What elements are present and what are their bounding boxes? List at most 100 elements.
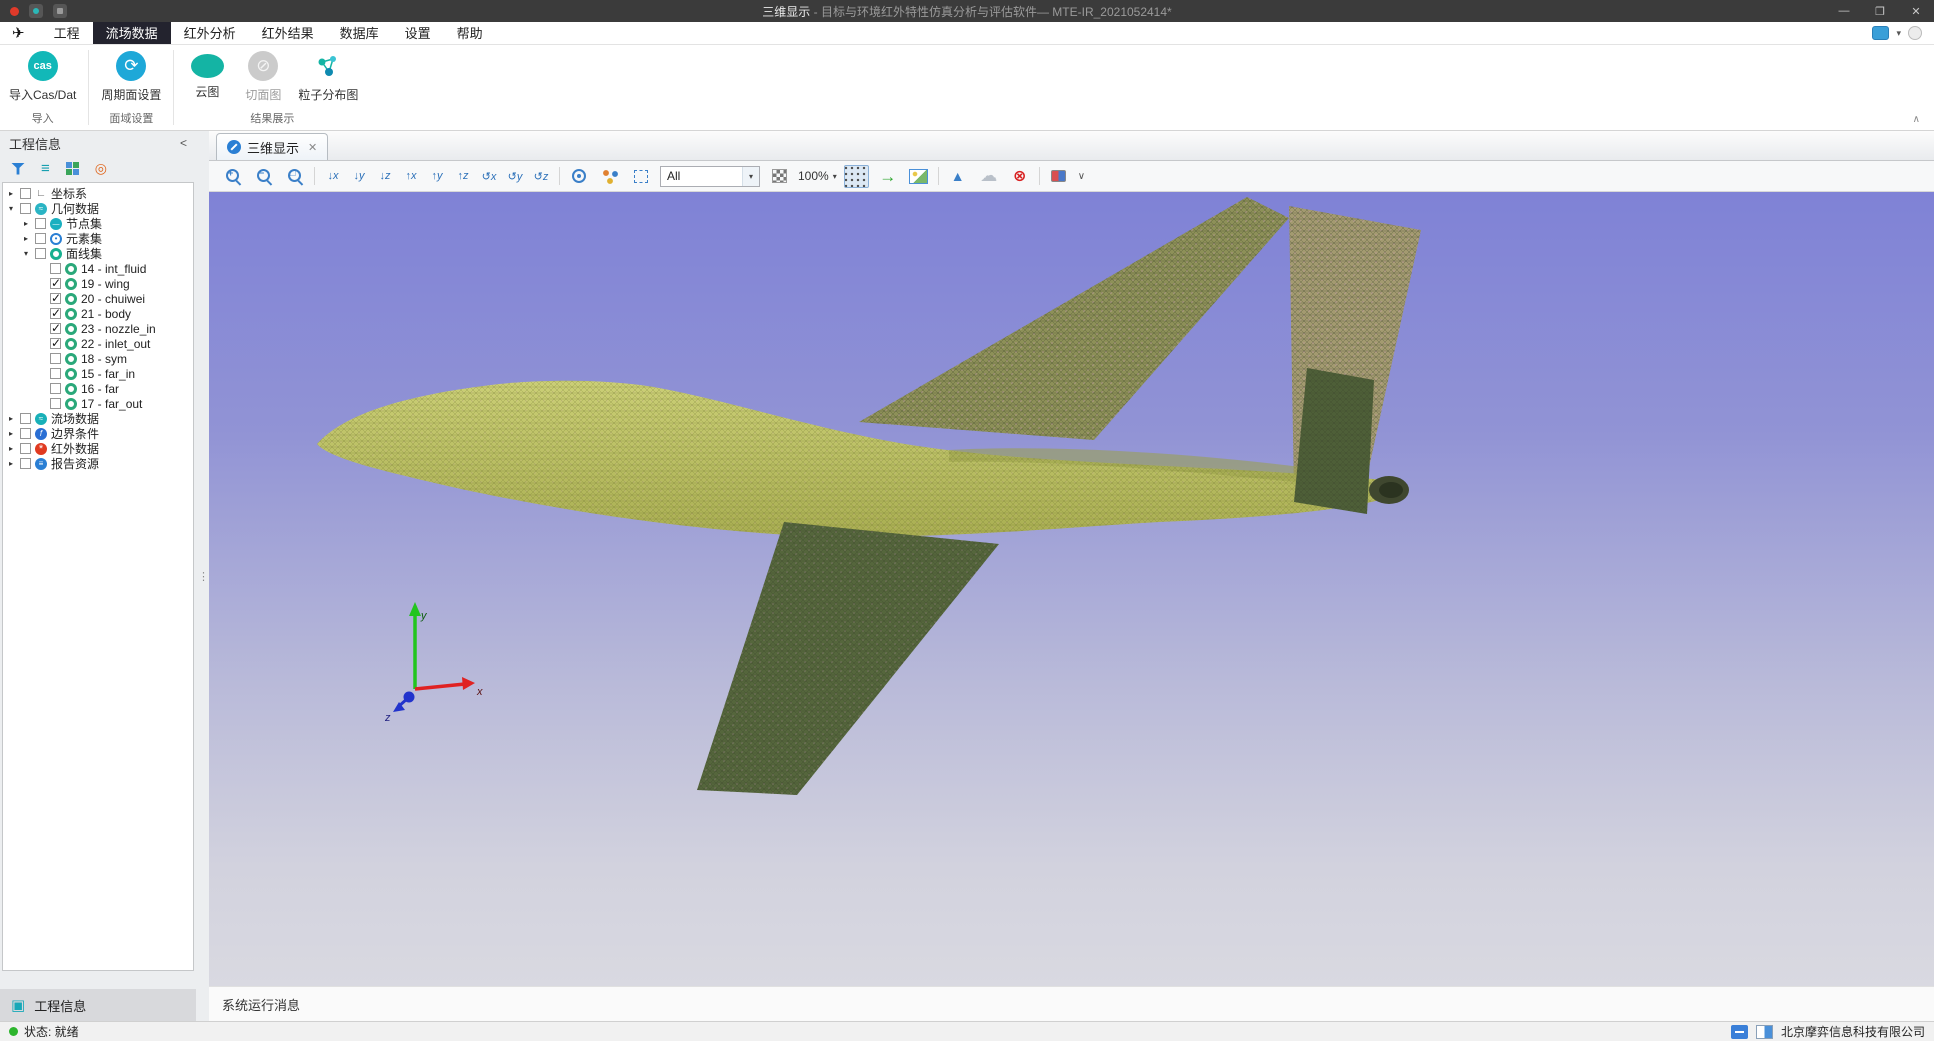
tree-checkbox[interactable] bbox=[20, 188, 31, 199]
tree-item-7[interactable]: 20 - chuiwei bbox=[3, 291, 193, 306]
tree-item-4[interactable]: ▾面线集 bbox=[3, 246, 193, 261]
viewport-3d[interactable]: x y z bbox=[209, 192, 1934, 986]
tree-expand-arrow-icon[interactable]: ▸ bbox=[6, 429, 16, 438]
view-button-5[interactable]: ↑z bbox=[452, 170, 474, 183]
zoom-level-dropdown[interactable]: 100% ▾ bbox=[798, 169, 837, 183]
ribbon-button-particle-distribution[interactable]: 粒子分布图 bbox=[291, 49, 365, 105]
view-button-1[interactable]: ↓y bbox=[348, 170, 370, 183]
ribbon-button-cas-import[interactable]: cas导入Cas/Dat bbox=[2, 49, 83, 105]
panel-splitter[interactable]: ⋮ bbox=[196, 131, 209, 1021]
menu-tab-3[interactable]: 红外结果 bbox=[249, 22, 327, 44]
tree-expand-arrow-icon[interactable]: ▸ bbox=[6, 189, 16, 198]
panel-collapse-button[interactable]: < bbox=[180, 136, 187, 150]
style-switch-icon[interactable] bbox=[1872, 26, 1889, 40]
tree-checkbox[interactable] bbox=[20, 203, 31, 214]
tree-checkbox[interactable] bbox=[50, 293, 61, 304]
tree-checkbox[interactable] bbox=[20, 443, 31, 454]
menu-tab-6[interactable]: 帮助 bbox=[444, 22, 496, 44]
view-button-2[interactable]: ↓z bbox=[374, 170, 396, 183]
tree-item-1[interactable]: ▾几何数据 bbox=[3, 201, 193, 216]
zoom-fit-button[interactable]: □ bbox=[283, 164, 307, 188]
display-filter-select[interactable]: All ▾ bbox=[660, 166, 760, 187]
input-method-icon[interactable] bbox=[1731, 1025, 1748, 1039]
zoom-out-button[interactable]: − bbox=[252, 164, 276, 188]
tree-item-5[interactable]: 14 - int_fluid bbox=[3, 261, 193, 276]
record-indicator-icon[interactable] bbox=[10, 7, 19, 16]
tree-item-18[interactable]: ▸报告资源 bbox=[3, 456, 193, 471]
tree-expand-arrow-icon[interactable]: ▾ bbox=[21, 249, 31, 258]
zoom-in-button[interactable]: + bbox=[221, 164, 245, 188]
tree-checkbox[interactable] bbox=[50, 338, 61, 349]
tree-expand-arrow-icon[interactable]: ▸ bbox=[21, 219, 31, 228]
ribbon-button-contour-cloud[interactable]: 云图 bbox=[179, 49, 235, 102]
tree-checkbox[interactable] bbox=[50, 398, 61, 409]
tree-item-2[interactable]: ▸节点集 bbox=[3, 216, 193, 231]
view-button-0[interactable]: ↓x bbox=[322, 170, 344, 183]
tree-checkbox[interactable] bbox=[35, 218, 46, 229]
tree-item-17[interactable]: ▸红外数据 bbox=[3, 441, 193, 456]
cancel-button[interactable]: ⊗ bbox=[1008, 164, 1032, 188]
sort-list-icon[interactable]: ≡ bbox=[41, 163, 50, 175]
tree-checkbox[interactable] bbox=[50, 323, 61, 334]
maximize-button[interactable]: ❐ bbox=[1862, 0, 1898, 22]
grid-view-icon[interactable] bbox=[66, 162, 79, 175]
tree-checkbox[interactable] bbox=[20, 458, 31, 469]
tree-item-10[interactable]: 22 - inlet_out bbox=[3, 336, 193, 351]
view-save-button[interactable] bbox=[1047, 164, 1071, 188]
tree-item-14[interactable]: 17 - far_out bbox=[3, 396, 193, 411]
particles-button[interactable] bbox=[598, 164, 622, 188]
tree-item-12[interactable]: 15 - far_in bbox=[3, 366, 193, 381]
run-button[interactable]: → bbox=[876, 164, 900, 188]
tree-checkbox[interactable] bbox=[50, 383, 61, 394]
tree-expand-arrow-icon[interactable]: ▸ bbox=[6, 444, 16, 453]
view-button-6[interactable]: ↺x bbox=[478, 170, 500, 183]
tree-expand-arrow-icon[interactable]: ▸ bbox=[6, 414, 16, 423]
tree-item-6[interactable]: 19 - wing bbox=[3, 276, 193, 291]
help-bubble-icon[interactable] bbox=[1908, 26, 1922, 40]
target-icon[interactable]: ◎ bbox=[95, 162, 107, 175]
tree-item-13[interactable]: 16 - far bbox=[3, 381, 193, 396]
tree-item-16[interactable]: ▸边界条件 bbox=[3, 426, 193, 441]
locate-button[interactable] bbox=[567, 164, 591, 188]
ribbon-button-slice-plane[interactable]: ⊘切面图 bbox=[235, 49, 291, 105]
panel-bottom-bar[interactable]: ▣ 工程信息 bbox=[0, 989, 196, 1021]
close-button[interactable]: ✕ bbox=[1898, 0, 1934, 22]
menu-tab-4[interactable]: 数据库 bbox=[327, 22, 392, 44]
tree-checkbox[interactable] bbox=[20, 413, 31, 424]
ribbon-collapse-icon[interactable]: ∧ bbox=[1913, 114, 1920, 125]
tree-expand-arrow-icon[interactable]: ▾ bbox=[6, 204, 16, 213]
tree-checkbox[interactable] bbox=[50, 263, 61, 274]
menu-tab-1[interactable]: 流场数据 bbox=[93, 22, 171, 44]
menu-tab-2[interactable]: 红外分析 bbox=[171, 22, 249, 44]
tree-checkbox[interactable] bbox=[35, 248, 46, 259]
language-icon[interactable] bbox=[1756, 1025, 1773, 1039]
select-dropdown-arrow-icon[interactable]: ▾ bbox=[742, 167, 759, 186]
texture-button[interactable] bbox=[767, 164, 791, 188]
tree-checkbox[interactable] bbox=[50, 353, 61, 364]
menu-dropdown-arrow-icon[interactable]: ▾ bbox=[1896, 28, 1901, 39]
app-icon-2[interactable] bbox=[53, 4, 67, 18]
tree-expand-arrow-icon[interactable]: ▸ bbox=[6, 459, 16, 468]
ribbon-button-periodic-face[interactable]: ⟳周期面设置 bbox=[94, 49, 168, 105]
menu-tab-0[interactable]: 工程 bbox=[41, 22, 93, 44]
tree-item-8[interactable]: 21 - body bbox=[3, 306, 193, 321]
chevron-down-icon[interactable]: ∨ bbox=[1078, 171, 1085, 182]
box-select-button[interactable] bbox=[629, 164, 653, 188]
view-button-4[interactable]: ↑y bbox=[426, 170, 448, 183]
view-button-8[interactable]: ↺z bbox=[530, 170, 552, 183]
tree-checkbox[interactable] bbox=[50, 368, 61, 379]
tree-checkbox[interactable] bbox=[50, 308, 61, 319]
tree-checkbox[interactable] bbox=[20, 428, 31, 439]
minimize-button[interactable]: — bbox=[1826, 0, 1862, 22]
tab-close-icon[interactable]: ✕ bbox=[308, 141, 317, 154]
tree-item-0[interactable]: ▸坐标系 bbox=[3, 186, 193, 201]
cloud-button[interactable]: ☁ bbox=[977, 164, 1001, 188]
menu-tab-5[interactable]: 设置 bbox=[392, 22, 444, 44]
tree-expand-arrow-icon[interactable]: ▸ bbox=[21, 234, 31, 243]
tab-3d-view[interactable]: 三维显示 ✕ bbox=[216, 133, 328, 160]
tree-item-3[interactable]: ▸元素集 bbox=[3, 231, 193, 246]
tree-item-15[interactable]: ▸流场数据 bbox=[3, 411, 193, 426]
mirror-button[interactable]: ▲ bbox=[946, 164, 970, 188]
tree-item-11[interactable]: 18 - sym bbox=[3, 351, 193, 366]
tree-checkbox[interactable] bbox=[35, 233, 46, 244]
